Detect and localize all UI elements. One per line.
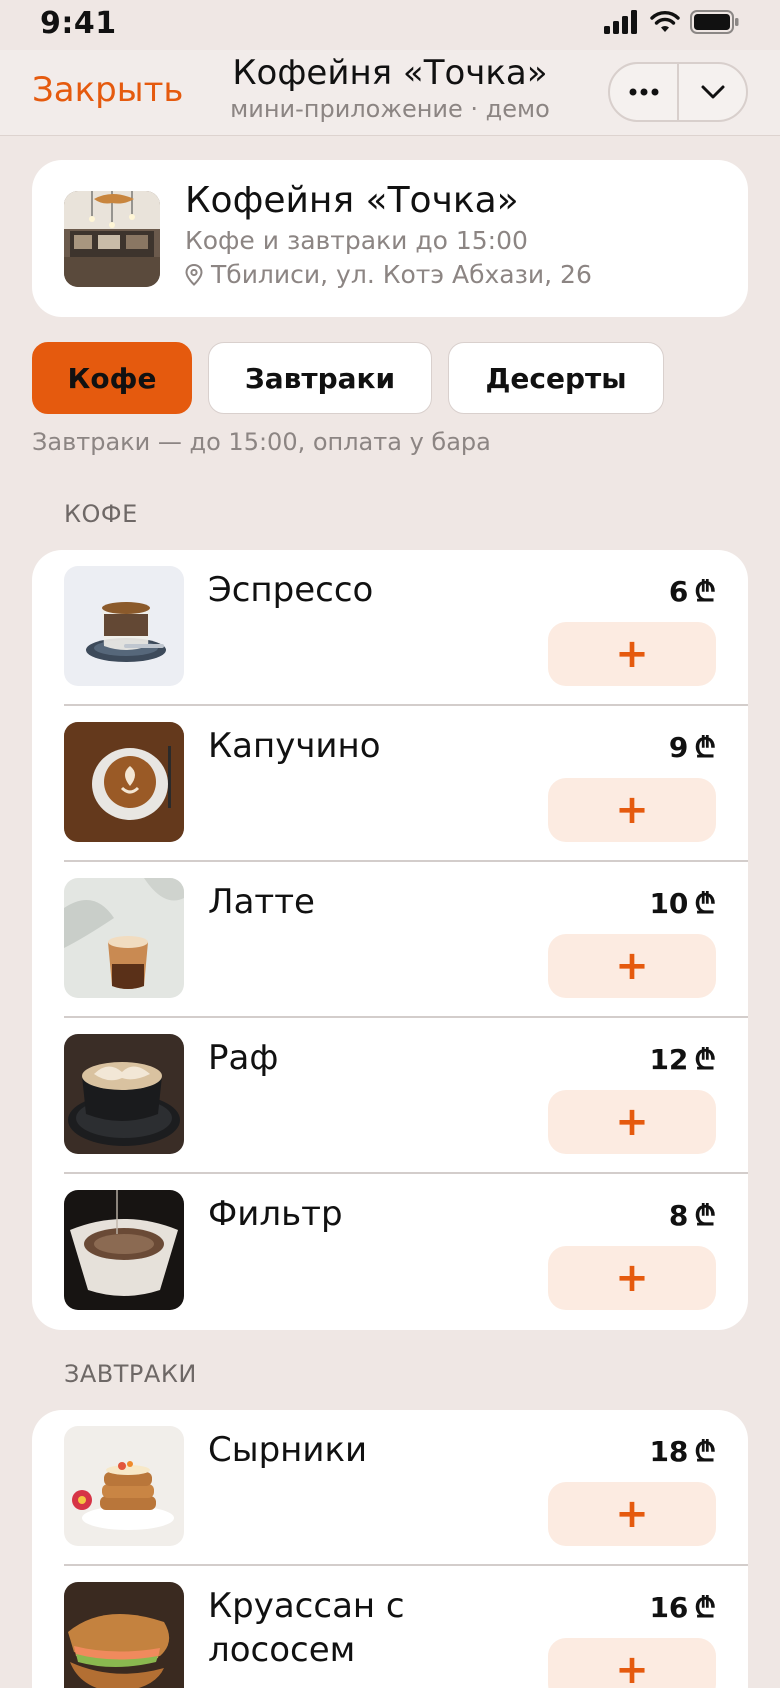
location-pin-icon: [185, 263, 203, 286]
lari-currency-icon: ₾: [694, 575, 716, 608]
shop-name: Кофейня «Точка»: [185, 180, 519, 221]
plus-icon: +: [615, 943, 649, 989]
plus-icon: +: [615, 631, 649, 677]
lari-currency-icon: ₾: [694, 731, 716, 764]
add-to-cart-button[interactable]: +: [548, 1482, 716, 1546]
item-price-value: 10: [649, 886, 689, 920]
plus-icon: +: [615, 1491, 649, 1537]
menu-item: Круассан с лососем 16 ₾ +: [32, 1566, 748, 1688]
menu-item: Фильтр 8 ₾ +: [32, 1174, 748, 1330]
item-price-value: 6: [668, 574, 689, 608]
add-to-cart-button[interactable]: +: [548, 1090, 716, 1154]
add-to-cart-button[interactable]: +: [548, 1638, 716, 1688]
status-icons: [604, 10, 740, 34]
item-price: 8 ₾: [669, 1196, 716, 1234]
shop-photo: [64, 191, 160, 287]
section-title-breakfast: ЗАВТРАКИ: [64, 1360, 197, 1388]
item-price-value: 18: [649, 1434, 689, 1468]
menu-item: Сырники 18 ₾ +: [32, 1410, 748, 1566]
lari-currency-icon: ₾: [694, 887, 716, 920]
mini-app-header: Закрыть Кофейня «Точка» мини-приложение …: [0, 50, 780, 136]
info-hint: Завтраки — до 15:00, оплата у бара: [32, 428, 491, 456]
item-photo: [64, 878, 184, 998]
add-to-cart-button[interactable]: +: [548, 934, 716, 998]
app-subtitle: мини-приложение · демо: [230, 95, 550, 123]
add-to-cart-button[interactable]: +: [548, 1246, 716, 1310]
item-photo: [64, 1582, 184, 1688]
item-photo: [64, 1034, 184, 1154]
item-price-value: 12: [649, 1042, 689, 1076]
shop-address-text: Тбилиси, ул. Котэ Абхази, 26: [211, 260, 592, 289]
more-icon: [629, 88, 658, 96]
menu-item: Капучино 9 ₾ +: [32, 706, 748, 862]
shop-address[interactable]: Тбилиси, ул. Котэ Абхази, 26: [185, 260, 592, 289]
item-name: Круассан с лососем: [208, 1586, 405, 1670]
item-price: 6 ₾: [669, 572, 716, 610]
item-photo: [64, 566, 184, 686]
item-price: 16 ₾: [649, 1588, 716, 1626]
menu-item: Эспрессо 6 ₾ +: [32, 550, 748, 706]
header-title-block: Кофейня «Точка» мини-приложение · демо: [200, 53, 580, 123]
add-to-cart-button[interactable]: +: [548, 778, 716, 842]
shop-info-card: Кофейня «Точка» Кофе и завтраки до 15:00…: [32, 160, 748, 317]
item-photo: [64, 1426, 184, 1546]
item-price-value: 9: [668, 730, 689, 764]
plus-icon: +: [615, 1099, 649, 1145]
lari-currency-icon: ₾: [694, 1043, 716, 1076]
minimize-button[interactable]: [679, 64, 746, 120]
menu-section-coffee: Эспрессо 6 ₾ + Капучино 9 ₾ + Латте 10 ₾…: [32, 550, 748, 1330]
item-price: 10 ₾: [649, 884, 716, 922]
lari-currency-icon: ₾: [694, 1435, 716, 1468]
status-time: 9:41: [40, 6, 117, 41]
item-name: Сырники: [208, 1430, 368, 1470]
app-title: Кофейня «Точка»: [232, 53, 548, 93]
item-photo: [64, 1190, 184, 1310]
section-title-coffee: КОФЕ: [64, 500, 138, 528]
shop-description: Кофе и завтраки до 15:00: [185, 226, 528, 255]
plus-icon: +: [615, 1255, 649, 1301]
status-bar: 9:41: [0, 0, 780, 50]
item-price: 12 ₾: [649, 1040, 716, 1078]
item-name: Раф: [208, 1038, 279, 1078]
add-to-cart-button[interactable]: +: [548, 622, 716, 686]
item-price-value: 16: [649, 1590, 689, 1624]
item-price-value: 8: [668, 1198, 689, 1232]
item-price: 9 ₾: [669, 728, 716, 766]
item-name: Латте: [208, 882, 315, 922]
cellular-signal-icon: [604, 10, 637, 34]
plus-icon: +: [615, 1647, 649, 1688]
close-button[interactable]: Закрыть: [32, 70, 183, 110]
lari-currency-icon: ₾: [694, 1591, 716, 1624]
item-name: Фильтр: [208, 1194, 343, 1234]
tab-coffee[interactable]: Кофе: [32, 342, 192, 414]
header-capsule: [608, 62, 748, 122]
menu-item: Раф 12 ₾ +: [32, 1018, 748, 1174]
more-button[interactable]: [610, 64, 677, 120]
lari-currency-icon: ₾: [694, 1199, 716, 1232]
battery-icon: [690, 10, 739, 34]
item-price: 18 ₾: [649, 1432, 716, 1470]
menu-section-breakfast: Сырники 18 ₾ + Круассан с лососем 16 ₾ +: [32, 1410, 748, 1688]
item-photo: [64, 722, 184, 842]
wifi-icon: [650, 11, 680, 32]
category-tabs: Кофе Завтраки Десерты: [32, 342, 664, 414]
item-name: Эспрессо: [208, 570, 374, 610]
tab-breakfast[interactable]: Завтраки: [208, 342, 432, 414]
chevron-down-icon: [701, 85, 724, 99]
menu-item: Латте 10 ₾ +: [32, 862, 748, 1018]
tab-desserts[interactable]: Десерты: [448, 342, 664, 414]
item-name: Капучино: [208, 726, 381, 766]
plus-icon: +: [615, 787, 649, 833]
